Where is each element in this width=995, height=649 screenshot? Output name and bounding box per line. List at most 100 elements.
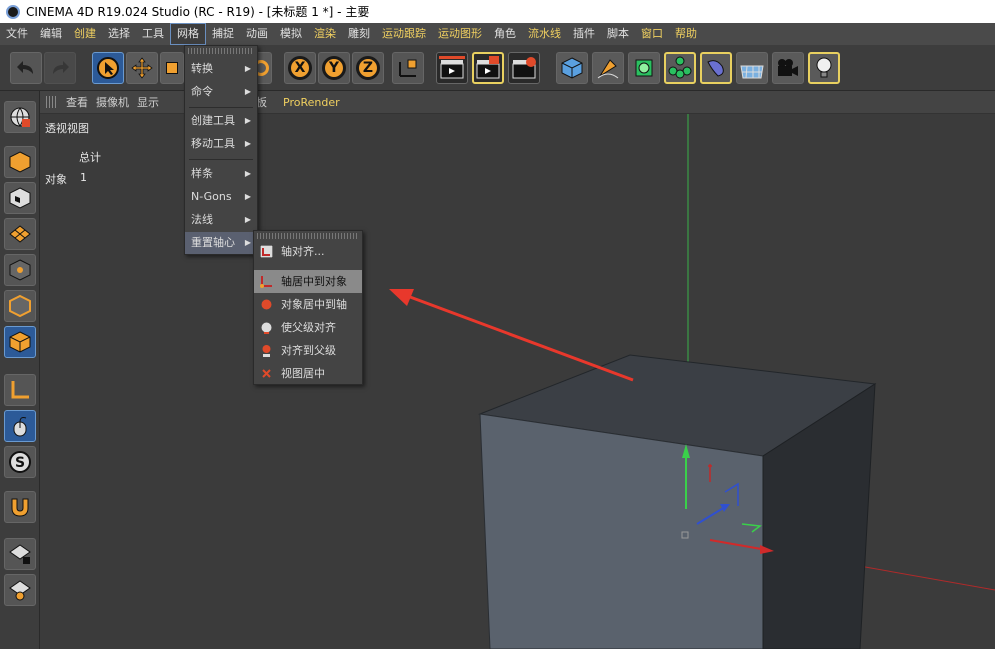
x-axis-icon: X xyxy=(288,56,312,80)
cloner-button[interactable] xyxy=(664,52,696,84)
cube-outline-icon xyxy=(9,151,31,173)
undo-button[interactable] xyxy=(10,52,42,84)
viewport-menu-camera[interactable]: 摄像机 xyxy=(96,94,137,110)
menu-mesh[interactable]: 网格 xyxy=(170,23,206,45)
reset-axis-submenu: 轴对齐... 轴居中到对象 对象居中到轴 使父级对齐 对齐到父级 视图居中 xyxy=(253,230,363,385)
workplane-button[interactable] xyxy=(4,218,36,250)
menu-sculpt[interactable]: 雕刻 xyxy=(342,23,376,45)
floor-icon xyxy=(740,65,764,79)
chevron-right-icon: ▶ xyxy=(244,238,251,247)
menu-item-normals[interactable]: 法线 ▶ xyxy=(185,209,257,231)
viewport-menu-view[interactable]: 查看 xyxy=(66,94,96,110)
menu-motion-tracking[interactable]: 运动跟踪 xyxy=(376,23,432,45)
checker-cube-icon xyxy=(9,187,31,209)
menu-snap[interactable]: 捕捉 xyxy=(206,23,240,45)
subdivision-surface-button[interactable] xyxy=(628,52,660,84)
render-to-picture-viewer-button[interactable] xyxy=(472,52,504,84)
menu-select[interactable]: 选择 xyxy=(102,23,136,45)
main-toolbar: X Y Z xyxy=(0,45,995,91)
chevron-right-icon: ▶ xyxy=(244,87,251,96)
menu-plugins[interactable]: 插件 xyxy=(567,23,601,45)
menu-file[interactable]: 文件 xyxy=(0,23,34,45)
stats-title: 总计 xyxy=(79,151,101,164)
snapping-button[interactable]: S xyxy=(4,446,36,478)
menu-item-convert[interactable]: 转换 ▶ xyxy=(185,58,257,80)
menu-render[interactable]: 渲染 xyxy=(308,23,342,45)
floor-button[interactable] xyxy=(736,52,768,84)
menu-item-commands[interactable]: 命令 ▶ xyxy=(185,81,257,103)
y-axis-button[interactable]: Y xyxy=(318,52,350,84)
magnet-icon xyxy=(11,498,29,517)
clapper-icon xyxy=(439,56,465,79)
menu-item-create-tools[interactable]: 创建工具 ▶ xyxy=(185,110,257,132)
menu-edit[interactable]: 编辑 xyxy=(34,23,68,45)
tweak-mode-button[interactable] xyxy=(4,410,36,442)
move-tool-button[interactable] xyxy=(126,52,158,84)
deformer-button[interactable] xyxy=(700,52,732,84)
menu-animate[interactable]: 动画 xyxy=(240,23,274,45)
center-axis-icon xyxy=(260,276,272,288)
menu-help[interactable]: 帮助 xyxy=(669,23,703,45)
edges-cube-icon xyxy=(9,294,31,318)
chevron-right-icon: ▶ xyxy=(244,139,251,148)
pen-spline-button[interactable] xyxy=(592,52,624,84)
z-axis-icon: Z xyxy=(356,56,380,80)
points-mode-button[interactable] xyxy=(4,254,36,286)
x-axis-button[interactable]: X xyxy=(284,52,316,84)
menu-tools[interactable]: 工具 xyxy=(136,23,170,45)
submenu-item-center-axis-to-object[interactable]: 轴居中到对象 xyxy=(254,270,362,293)
grip-icon xyxy=(46,96,58,108)
render-view-button[interactable] xyxy=(436,52,468,84)
mesh-dropdown-menu: 转换 ▶ 命令 ▶ 创建工具 ▶ 移动工具 ▶ 样条 ▶ N-Gons ▶ 法线 ▶ 重置轴心… xyxy=(184,45,258,255)
menu-item-reset-axis[interactable]: 重置轴心 ▶ xyxy=(185,232,257,254)
workplane-mode-button[interactable] xyxy=(4,574,36,606)
menu-item-ngons[interactable]: N-Gons ▶ xyxy=(185,186,257,208)
submenu-item-align-parent[interactable]: 使父级对齐 xyxy=(254,316,362,339)
scale-tool-button-partial[interactable] xyxy=(160,52,184,84)
menu-item-spline[interactable]: 样条 ▶ xyxy=(185,163,257,185)
menu-character[interactable]: 角色 xyxy=(488,23,522,45)
locked-workplane-button[interactable] xyxy=(4,538,36,570)
magnet-button[interactable] xyxy=(4,491,36,523)
menu-item-move-tools[interactable]: 移动工具 ▶ xyxy=(185,133,257,155)
make-editable-button[interactable] xyxy=(4,101,36,133)
camera-button[interactable] xyxy=(772,52,804,84)
axis-mode-button[interactable] xyxy=(4,374,36,406)
menu-window[interactable]: 窗口 xyxy=(635,23,669,45)
submenu-item-align-to-parent[interactable]: 对齐到父级 xyxy=(254,339,362,362)
chevron-right-icon: ▶ xyxy=(244,116,251,125)
select-tool-button[interactable] xyxy=(92,52,124,84)
model-mode-button[interactable] xyxy=(4,146,36,178)
cinema4d-logo-icon xyxy=(6,4,20,19)
menu-pipeline[interactable]: 流水线 xyxy=(522,23,567,45)
texture-mode-button[interactable] xyxy=(4,182,36,214)
z-axis-button[interactable]: Z xyxy=(352,52,384,84)
redo-button[interactable] xyxy=(44,52,76,84)
coordinate-system-button[interactable] xyxy=(392,52,424,84)
cube-primitive-button[interactable] xyxy=(556,52,588,84)
viewport-menu-display[interactable]: 显示 xyxy=(137,94,167,110)
menu-script[interactable]: 脚本 xyxy=(601,23,635,45)
light-button[interactable] xyxy=(808,52,840,84)
viewport-menu-prorender[interactable]: ProRender xyxy=(283,96,348,109)
polygons-mode-button[interactable] xyxy=(4,326,36,358)
pen-icon xyxy=(597,59,619,79)
menu-create[interactable]: 创建 xyxy=(68,23,102,45)
render-settings-button[interactable] xyxy=(508,52,540,84)
menubar: 文件 编辑 创建 选择 工具 网格 捕捉 动画 模拟 渲染 雕刻 运动跟踪 运动… xyxy=(0,23,995,45)
lock-grid-icon xyxy=(9,544,31,564)
edges-mode-button[interactable] xyxy=(4,290,36,322)
submenu-item-center-view[interactable]: 视图居中 xyxy=(254,362,362,385)
light-bulb-icon xyxy=(816,57,832,78)
menu-mograph[interactable]: 运动图形 xyxy=(432,23,488,45)
viewport-name: 透视视图 xyxy=(45,122,89,135)
camera-icon xyxy=(778,59,798,76)
cube-icon xyxy=(561,57,583,79)
redo-icon xyxy=(53,61,69,74)
cloner-icon xyxy=(668,56,692,79)
chevron-right-icon: ▶ xyxy=(244,192,251,201)
submenu-item-axis-align[interactable]: 轴对齐... xyxy=(254,240,362,263)
subdivision-icon xyxy=(635,59,653,77)
menu-simulate[interactable]: 模拟 xyxy=(274,23,308,45)
submenu-item-center-object-to-axis[interactable]: 对象居中到轴 xyxy=(254,293,362,316)
